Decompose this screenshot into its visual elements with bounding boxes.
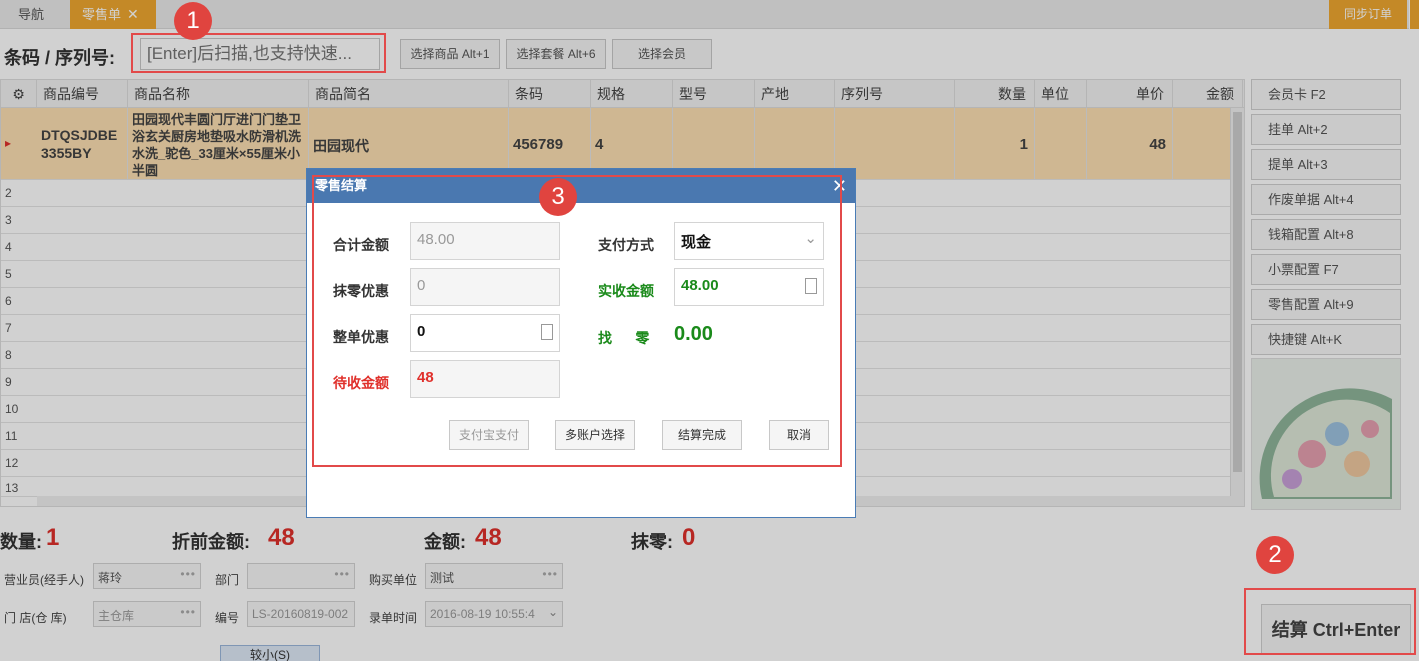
annotation-box-1 (131, 33, 386, 73)
annotation-box-2 (1244, 588, 1416, 655)
annotation-badge-1: 1 (174, 2, 212, 40)
annotation-badge-3: 3 (539, 178, 577, 216)
annotation-badge-2: 2 (1256, 536, 1294, 574)
annotation-box-3 (312, 175, 842, 467)
